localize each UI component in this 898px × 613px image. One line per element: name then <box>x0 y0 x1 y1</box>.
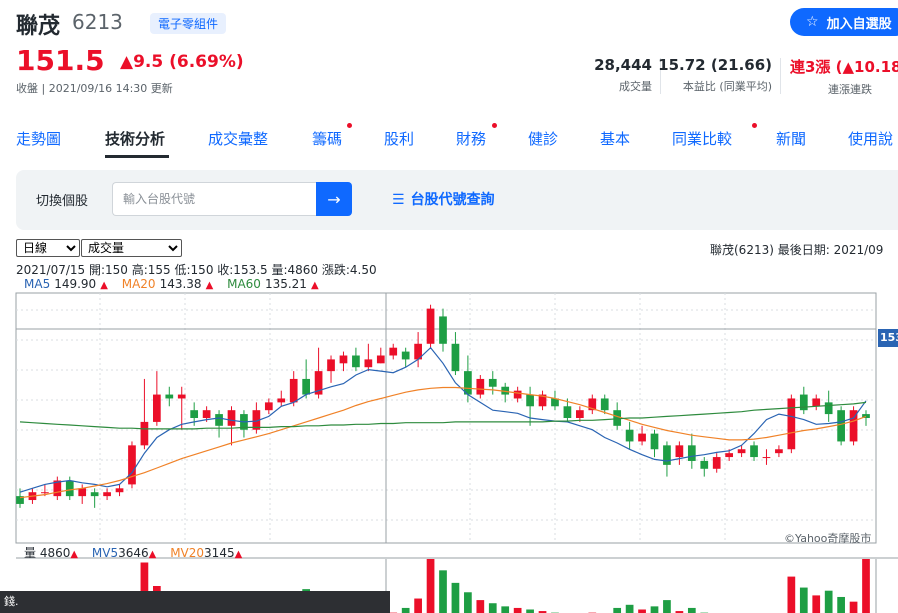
volume-bar <box>787 576 796 613</box>
mv5-label: MV5 <box>91 546 119 560</box>
candle-body <box>426 308 435 344</box>
candle-body <box>302 378 311 395</box>
candle-body <box>352 355 360 368</box>
status-tooltip: 錢. <box>0 591 390 613</box>
candle-body <box>376 355 385 364</box>
candle-body <box>725 453 734 458</box>
mv20-value: 3145 <box>204 546 235 560</box>
candle-body <box>128 445 136 485</box>
crosshair-price-tag: 153 <box>878 329 898 347</box>
volume-bar <box>613 607 622 613</box>
volume-bar <box>414 598 422 613</box>
candle-body <box>575 410 584 418</box>
candle-body <box>140 421 149 446</box>
candle-body <box>364 359 373 368</box>
volume-bar <box>464 592 472 613</box>
mv5-value: 3646 <box>118 546 149 560</box>
candle-body <box>103 492 111 497</box>
volume-bar <box>849 601 858 613</box>
candle-body <box>439 316 447 344</box>
candle-body <box>812 398 821 407</box>
volume-legend: 量 4860▲ MV53646▲ MV203145▲ <box>24 544 252 561</box>
candlestick-chart[interactable] <box>0 0 898 613</box>
candle-body <box>600 398 609 411</box>
candle-body <box>115 488 124 493</box>
volume-bar <box>687 607 696 613</box>
volume-label: 量 <box>24 546 37 560</box>
volume-bar <box>488 603 497 613</box>
volume-bar <box>451 582 460 613</box>
candle-body <box>526 394 534 407</box>
volume-bar <box>476 600 485 613</box>
candle-body <box>687 445 696 461</box>
candle-body <box>488 378 497 387</box>
candle-body <box>90 492 99 497</box>
candle-body <box>401 351 410 360</box>
candle-body <box>625 429 634 442</box>
volume-bar <box>501 606 510 613</box>
candle-body <box>700 460 709 469</box>
volume-bar <box>401 607 410 613</box>
candle-body <box>762 457 771 459</box>
candles-layer <box>16 304 870 508</box>
candle-body <box>264 402 273 411</box>
candle-body <box>277 398 286 403</box>
candle-body <box>78 488 87 497</box>
candle-body <box>289 378 298 403</box>
volume-bar <box>663 600 671 613</box>
candle-body <box>613 410 622 426</box>
candle-body <box>65 480 74 497</box>
candle-body <box>712 457 721 469</box>
candle-body <box>152 394 161 422</box>
volume-bar <box>812 595 821 613</box>
candle-body <box>451 343 460 372</box>
volume-value: 4860 <box>39 546 71 560</box>
candle-body <box>513 390 522 399</box>
candle-body <box>775 449 783 454</box>
candle-body <box>339 355 348 364</box>
volume-bar <box>862 559 870 613</box>
candle-body <box>41 492 49 494</box>
watermark: ©Yahoo奇摩股市 <box>784 532 872 545</box>
volume-bar <box>439 570 447 613</box>
candle-body <box>476 378 485 395</box>
candle-body <box>650 433 659 450</box>
candle-body <box>177 394 186 399</box>
candle-body <box>563 406 572 418</box>
candle-body <box>464 371 472 395</box>
candle-body <box>750 445 758 458</box>
volume-bar <box>824 590 833 613</box>
volume-bar <box>625 604 634 613</box>
candle-body <box>227 410 236 426</box>
candle-body <box>202 410 211 418</box>
chart-grid <box>15 292 898 613</box>
volume-bar <box>513 607 522 613</box>
volume-bar <box>526 609 534 613</box>
up-arrow-icon: ▲ <box>234 549 243 560</box>
candle-body <box>787 398 796 450</box>
volume-bar <box>837 596 845 613</box>
candle-body <box>737 449 746 454</box>
candle-body <box>389 347 398 356</box>
volume-bar <box>650 606 659 613</box>
candle-body <box>675 445 684 458</box>
candle-body <box>638 433 646 442</box>
up-arrow-icon: ▲ <box>70 549 79 560</box>
candle-body <box>190 410 199 418</box>
volume-bar <box>799 587 808 613</box>
candle-body <box>165 394 174 399</box>
candle-body <box>215 414 223 426</box>
candle-body <box>663 445 671 465</box>
volume-bar <box>426 559 435 613</box>
candle-body <box>327 359 335 372</box>
up-arrow-icon: ▲ <box>148 549 157 560</box>
ma-line-ma5 <box>19 346 867 493</box>
candle-body <box>824 402 833 415</box>
volume-bar <box>638 609 646 613</box>
mv20-label: MV20 <box>170 546 205 560</box>
candle-body <box>837 410 845 442</box>
